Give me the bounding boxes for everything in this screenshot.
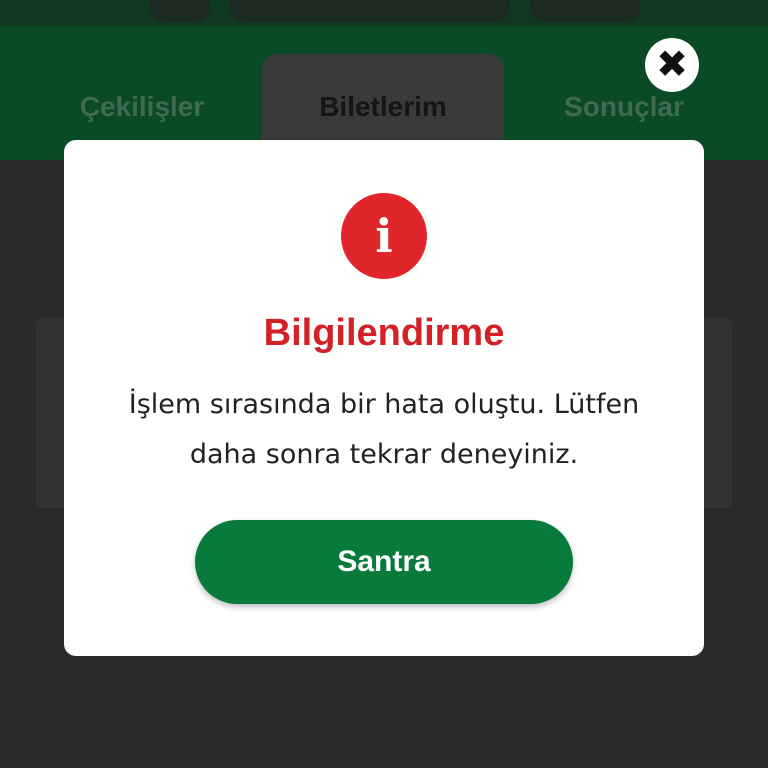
dialog-title: Bilgilendirme [263, 312, 505, 354]
info-dialog: i Bilgilendirme İşlem sırasında bir hata… [64, 140, 704, 656]
banner-graphic [230, 0, 510, 22]
info-icon: i [341, 193, 427, 279]
banner-graphic [530, 0, 640, 22]
close-icon: ✖ [656, 44, 688, 86]
hero-banner [0, 0, 768, 26]
close-button[interactable]: ✖ [645, 38, 699, 92]
banner-graphic [150, 0, 210, 22]
dialog-message: İşlem sırasında bir hata oluştu. Lütfen … [128, 389, 640, 470]
confirm-button[interactable]: Santra [195, 520, 573, 604]
